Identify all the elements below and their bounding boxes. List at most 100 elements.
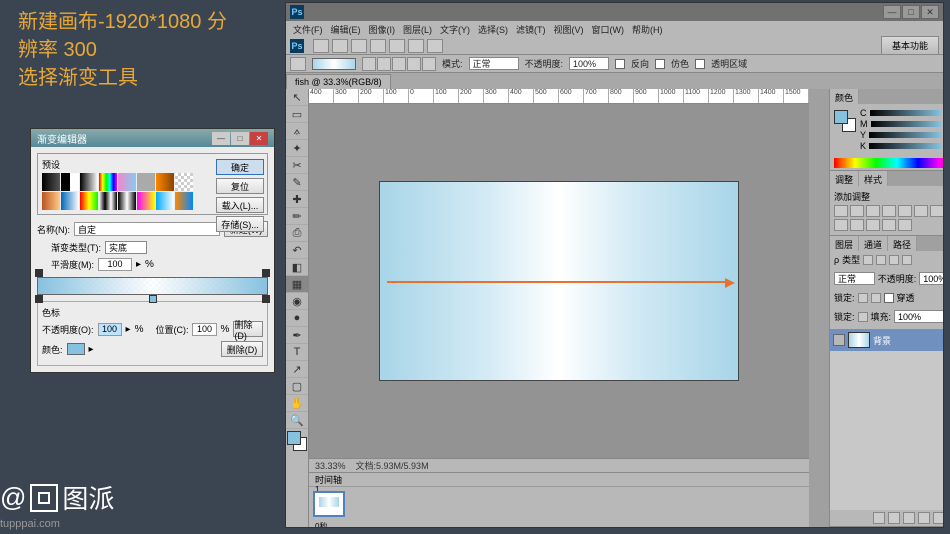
opacity-stop[interactable] — [262, 269, 270, 277]
new-layer-icon[interactable] — [933, 512, 943, 524]
healing-tool[interactable]: ✚ — [286, 191, 308, 208]
wand-tool[interactable]: ✦ — [286, 140, 308, 157]
gradient-tool[interactable]: ▦ — [286, 276, 308, 293]
hand-tool[interactable]: ✋ — [286, 395, 308, 412]
preset-swatch[interactable] — [42, 192, 60, 210]
adj-icon[interactable] — [930, 205, 943, 217]
canvas-viewport[interactable] — [309, 104, 809, 458]
toolbar-icon[interactable] — [351, 39, 367, 53]
eyedropper-tool[interactable]: ✎ — [286, 174, 308, 191]
diamond-gradient-icon[interactable] — [422, 57, 436, 71]
color-swatches[interactable] — [287, 431, 307, 451]
spectrum-bar[interactable] — [834, 158, 943, 168]
preset-swatch[interactable] — [80, 192, 98, 210]
preset-swatch[interactable] — [42, 173, 60, 191]
minimize-button[interactable]: — — [883, 5, 901, 19]
preset-swatch[interactable] — [99, 192, 117, 210]
menu-filter[interactable]: 滤镜(T) — [513, 23, 549, 36]
radial-gradient-icon[interactable] — [377, 57, 391, 71]
transparency-checkbox[interactable] — [695, 59, 705, 69]
preset-swatch[interactable] — [61, 173, 79, 191]
linear-gradient-icon[interactable] — [362, 57, 376, 71]
adj-icon[interactable] — [914, 205, 928, 217]
tool-preset[interactable] — [290, 57, 306, 71]
color-swatches-panel[interactable] — [834, 110, 856, 132]
adj-icon[interactable] — [866, 205, 880, 217]
dialog-min-icon[interactable]: — — [212, 132, 230, 145]
styles-tab[interactable]: 样式 — [859, 171, 888, 186]
dodge-tool[interactable]: ● — [286, 310, 308, 327]
adj-icon[interactable] — [898, 219, 912, 231]
adj-icon[interactable] — [850, 205, 864, 217]
opacity-stop[interactable] — [35, 269, 43, 277]
crop-tool[interactable]: ✂ — [286, 157, 308, 174]
maximize-button[interactable]: □ — [902, 5, 920, 19]
toolbar-icon[interactable] — [408, 39, 424, 53]
smoothness-input[interactable]: 100 — [98, 258, 132, 271]
color-stop[interactable] — [149, 295, 157, 303]
fx-icon[interactable] — [873, 512, 885, 524]
stop-position-input[interactable]: 100 — [192, 323, 216, 336]
gradient-bar[interactable] — [37, 277, 268, 295]
stop-color-swatch[interactable] — [67, 343, 85, 355]
adj-icon[interactable] — [834, 219, 848, 231]
reverse-checkbox[interactable] — [615, 59, 625, 69]
type-tool[interactable]: T — [286, 344, 308, 361]
preset-swatch[interactable] — [118, 192, 136, 210]
delete-stop-button[interactable]: 删除(D) — [221, 341, 263, 357]
ok-button[interactable]: 确定 — [216, 159, 264, 175]
adj-layer-icon[interactable] — [903, 512, 915, 524]
menu-help[interactable]: 帮助(H) — [629, 23, 666, 36]
shape-tool[interactable]: ▢ — [286, 378, 308, 395]
menu-edit[interactable]: 编辑(E) — [328, 23, 364, 36]
angle-gradient-icon[interactable] — [392, 57, 406, 71]
menu-image[interactable]: 图像(I) — [366, 23, 399, 36]
channels-tab[interactable]: 通道 — [859, 236, 888, 251]
visibility-icon[interactable] — [833, 334, 845, 346]
canvas[interactable] — [379, 181, 739, 381]
gradient-name-input[interactable] — [74, 222, 220, 236]
brush-tool[interactable]: ✏ — [286, 208, 308, 225]
close-button[interactable]: ✕ — [921, 5, 939, 19]
group-icon[interactable] — [918, 512, 930, 524]
toolbar-icon[interactable] — [389, 39, 405, 53]
blend-mode-select[interactable]: 正常 — [469, 57, 519, 70]
preset-swatch[interactable] — [137, 173, 155, 191]
toolbar-icon[interactable] — [332, 39, 348, 53]
zoom-tool[interactable]: 🔍 — [286, 412, 308, 429]
menu-view[interactable]: 视图(V) — [551, 23, 587, 36]
delete-stop-button[interactable]: 删除(D) — [233, 321, 263, 337]
adj-icon[interactable] — [866, 219, 880, 231]
menu-window[interactable]: 窗口(W) — [589, 23, 628, 36]
preset-swatch[interactable] — [118, 173, 136, 191]
gradient-preview[interactable] — [312, 58, 356, 70]
dither-checkbox[interactable] — [655, 59, 665, 69]
pass-checkbox[interactable] — [884, 293, 894, 303]
menu-layer[interactable]: 图层(L) — [400, 23, 435, 36]
mask-icon[interactable] — [888, 512, 900, 524]
menu-file[interactable]: 文件(F) — [290, 23, 326, 36]
cancel-button[interactable]: 复位 — [216, 178, 264, 194]
paths-tab[interactable]: 路径 — [888, 236, 917, 251]
load-button[interactable]: 载入(L)... — [216, 197, 264, 213]
move-tool[interactable]: ↖ — [286, 89, 308, 106]
menu-type[interactable]: 文字(Y) — [437, 23, 473, 36]
blend-mode[interactable]: 正常 — [834, 272, 875, 285]
workspace-switcher[interactable]: 基本功能 — [881, 36, 939, 55]
path-tool[interactable]: ↗ — [286, 361, 308, 378]
pen-tool[interactable]: ✒ — [286, 327, 308, 344]
save-button[interactable]: 存储(S)... — [216, 216, 264, 232]
preset-swatch[interactable] — [137, 192, 155, 210]
adj-icon[interactable] — [850, 219, 864, 231]
layer-row[interactable]: 背景 — [830, 329, 943, 351]
marquee-tool[interactable]: ▭ — [286, 106, 308, 123]
layer-thumbnail[interactable] — [848, 332, 870, 348]
adjustments-tab[interactable]: 调整 — [830, 171, 859, 186]
preset-swatch[interactable] — [175, 192, 193, 210]
preset-swatch[interactable] — [99, 173, 117, 191]
color-tab[interactable]: 颜色 — [830, 89, 859, 104]
preset-swatch[interactable] — [156, 192, 174, 210]
preset-swatch[interactable] — [61, 192, 79, 210]
preset-swatch[interactable] — [175, 173, 193, 191]
toolbar-icon[interactable] — [313, 39, 329, 53]
